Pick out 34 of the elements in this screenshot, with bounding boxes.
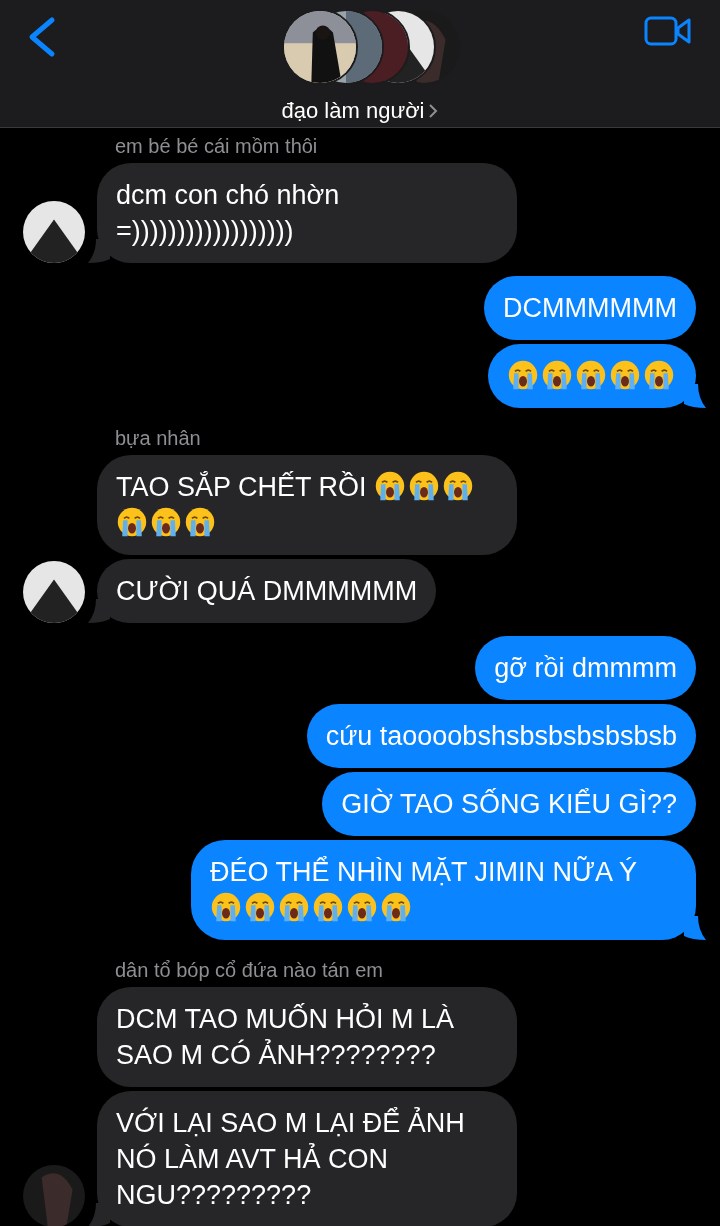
message-text: gỡ rồi dmmmm bbox=[494, 653, 677, 683]
message-text: dcm con chó nhờn =)))))))))))))))))) bbox=[116, 180, 340, 246]
message-text: ĐÉO THỂ NHÌN MẶT JIMIN NỮA Ý bbox=[210, 857, 638, 887]
message-text: DCMMMMMM bbox=[503, 293, 677, 323]
crying-face-icon bbox=[184, 506, 216, 538]
message-text: CƯỜI QUÁ DMMMMMM bbox=[116, 576, 418, 606]
crying-face-icon bbox=[244, 891, 276, 923]
message-text: cứu taoooobshsbsbsbsbsbsb bbox=[325, 721, 677, 751]
message-text: GIỜ TAO SỐNG KIỂU GÌ?? bbox=[341, 789, 677, 819]
message-text: VỚI LẠI SAO M LẠI ĐỂ ẢNH NÓ LÀM AVT HẢ CON NGU????????? bbox=[116, 1108, 465, 1210]
crying-face-icon bbox=[442, 470, 475, 502]
group-title[interactable]: đạo làm người bbox=[281, 94, 425, 127]
crying-face-icon bbox=[408, 470, 441, 502]
crying-face-icon bbox=[541, 359, 573, 391]
video-camera-icon[interactable] bbox=[644, 15, 692, 47]
sender-name: dân tổ bóp cổ đứa nào tán em bbox=[115, 958, 384, 982]
crying-face-icon bbox=[643, 359, 675, 391]
crying-face-icon bbox=[507, 359, 539, 391]
crying-face-icon bbox=[116, 506, 148, 538]
crying-face-icon bbox=[278, 891, 310, 923]
crying-face-icon bbox=[210, 891, 242, 923]
sender-name: bựa nhân bbox=[115, 426, 201, 450]
back-icon[interactable] bbox=[26, 16, 56, 58]
chevron-icon bbox=[428, 102, 439, 119]
crying-face-icon bbox=[380, 891, 412, 923]
crying-face-icon bbox=[312, 891, 344, 923]
crying-face-icon bbox=[346, 891, 378, 923]
crying-face-icon bbox=[575, 359, 607, 391]
message-text: TAO SẮP CHẾT RỒI bbox=[116, 472, 368, 502]
message-text: DCM TAO MUỐN HỎI M LÀ SAO M CÓ ẢNH???????? bbox=[116, 1004, 454, 1070]
crying-face-icon bbox=[609, 359, 641, 391]
crying-face-icon bbox=[374, 470, 407, 502]
crying-face-icon bbox=[150, 506, 182, 538]
sender-name: em bé bé cái mồm thôi bbox=[115, 134, 318, 158]
